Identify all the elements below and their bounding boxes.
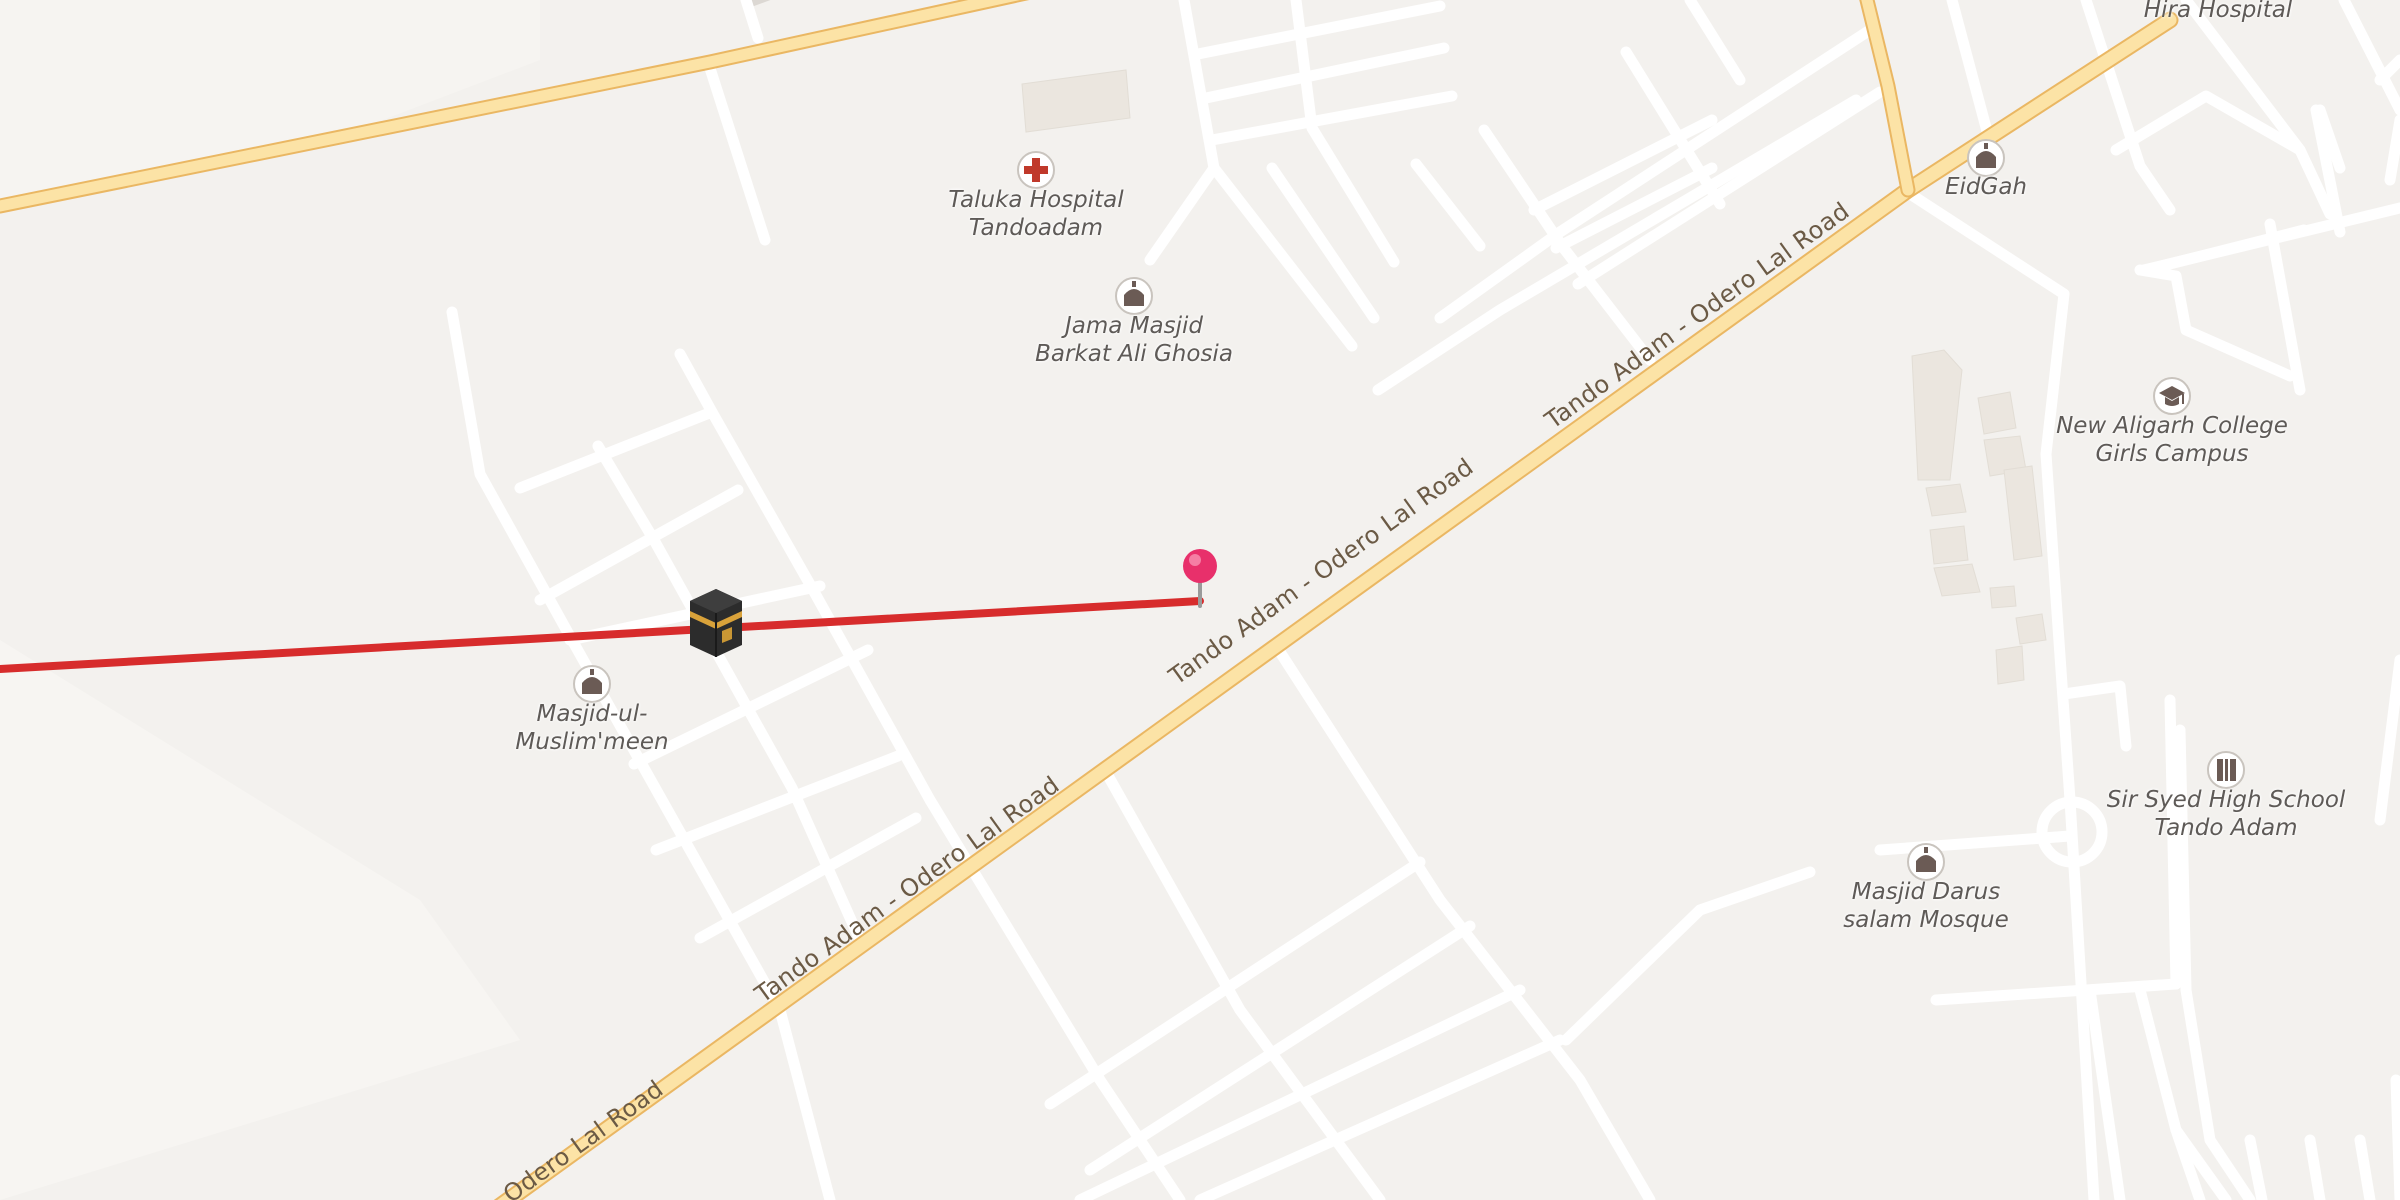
- poi-label-masjid-darus-salam[interactable]: Masjid Darus salam Mosque: [1843, 878, 2009, 934]
- poi-label-line: Girls Campus: [2095, 441, 2249, 467]
- poi-label-new-aligarh-college[interactable]: New Aligarh College Girls Campus: [2056, 412, 2288, 468]
- mosque-icon[interactable]: [573, 665, 611, 703]
- graduation-cap-icon[interactable]: [2153, 377, 2191, 415]
- mosque-icon[interactable]: [1907, 843, 1945, 881]
- poi-label-line: New Aligarh College: [2056, 413, 2288, 439]
- landuse-area: [0, 0, 540, 210]
- hospital-cross-icon[interactable]: [1017, 151, 1055, 189]
- poi-label-eidgah[interactable]: EidGah: [1945, 173, 2027, 201]
- poi-label-line: Masjid Darus: [1851, 879, 2001, 905]
- poi-label-masjid-ul-muslimeen[interactable]: Masjid-ul- Muslim'meen: [515, 700, 668, 756]
- poi-label-line: EidGah: [1944, 174, 2028, 200]
- poi-label-hira-hospital[interactable]: Hira Hospital: [2144, 0, 2292, 24]
- building-group: [1021, 69, 2047, 685]
- poi-label-line: Taluka Hospital: [948, 187, 1124, 213]
- school-icon[interactable]: [2207, 751, 2245, 789]
- mosque-icon[interactable]: [1967, 139, 2005, 177]
- poi-label-taluka-hospital[interactable]: Taluka Hospital Tandoadam: [948, 186, 1123, 242]
- map-canvas[interactable]: Tando Adam - Odero Lal Road Tando Adam -…: [0, 0, 2400, 1200]
- route-line[interactable]: [0, 597, 1204, 673]
- landuse-area: [0, 640, 520, 1200]
- poi-label-line: Masjid-ul-: [536, 701, 648, 727]
- kaaba-icon[interactable]: [690, 589, 742, 657]
- poi-label-sir-syed-school[interactable]: Sir Syed High School Tando Adam: [2107, 786, 2346, 842]
- poi-label-line: Tandoadam: [968, 215, 1104, 241]
- map-base: Tando Adam - Odero Lal Road Tando Adam -…: [0, 0, 2400, 1200]
- poi-label-line: Hira Hospital: [2143, 0, 2293, 23]
- poi-label-line: Barkat Ali Ghosia: [1035, 341, 1233, 367]
- poi-label-jama-masjid[interactable]: Jama Masjid Barkat Ali Ghosia: [1035, 312, 1233, 368]
- poi-label-line: Muslim'meen: [515, 729, 669, 755]
- mosque-icon[interactable]: [1115, 277, 1153, 315]
- location-pin-icon[interactable]: [1183, 549, 1217, 608]
- poi-label-line: salam Mosque: [1843, 907, 2009, 933]
- poi-label-line: Tando Adam: [2154, 815, 2298, 841]
- poi-label-line: Sir Syed High School: [2106, 787, 2346, 813]
- poi-label-line: Jama Masjid: [1065, 313, 1203, 339]
- road-label: Odero Lal Road: [498, 1075, 669, 1200]
